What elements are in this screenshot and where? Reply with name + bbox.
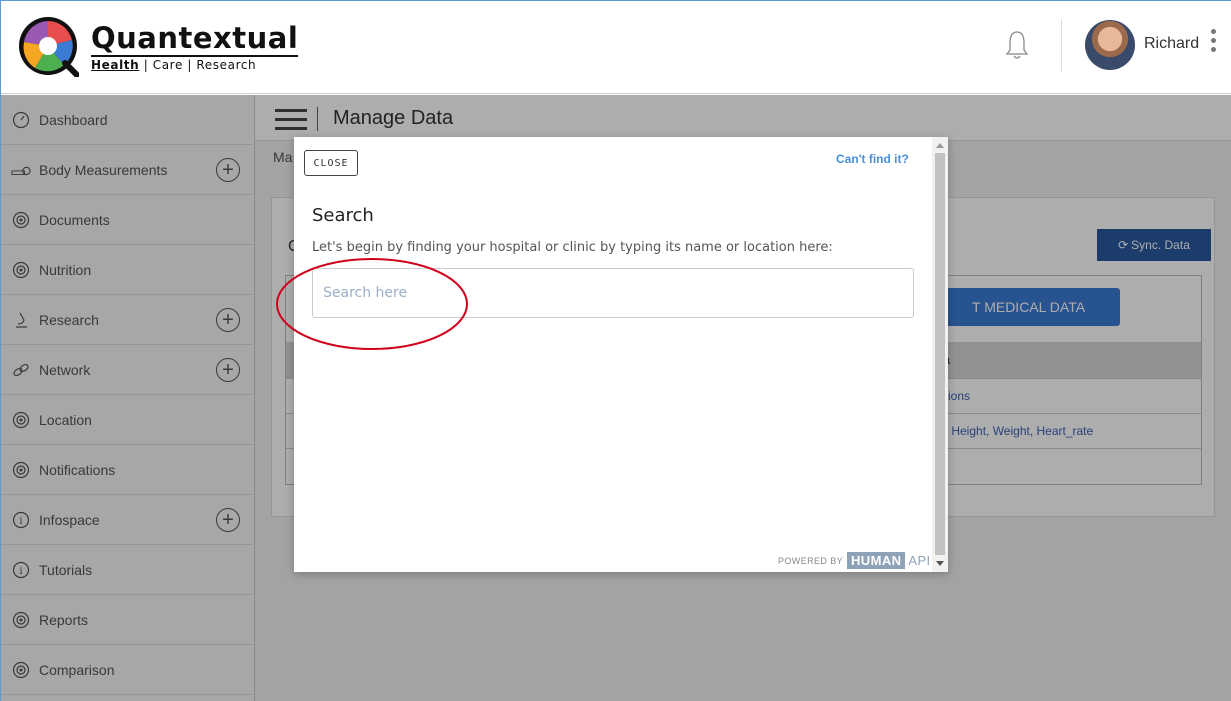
user-name[interactable]: Richard bbox=[1144, 35, 1199, 53]
scroll-up-icon[interactable] bbox=[936, 143, 944, 148]
powered-brand: HUMAN bbox=[847, 552, 906, 569]
modal-help-text: Let's begin by finding your hospital or … bbox=[312, 240, 833, 255]
avatar[interactable] bbox=[1085, 20, 1135, 70]
brand-tagline: Health | Care | Research bbox=[91, 55, 299, 72]
scroll-down-icon[interactable] bbox=[936, 561, 944, 566]
powered-api: API bbox=[908, 553, 931, 568]
powered-by-badge: POWERED BY HUMAN API bbox=[778, 552, 931, 569]
modal-title: Search bbox=[312, 205, 374, 226]
brand-tag-rest: | Care | Research bbox=[139, 58, 257, 72]
brand-name: Quantextual bbox=[91, 21, 299, 55]
scroll-thumb[interactable] bbox=[935, 153, 945, 555]
bell-icon[interactable] bbox=[1005, 29, 1029, 61]
modal-scrollbar[interactable] bbox=[932, 137, 948, 572]
brand: Quantextual Health | Care | Research bbox=[91, 21, 299, 72]
app-header: Quantextual Health | Care | Research Ric… bbox=[1, 1, 1231, 94]
cant-find-link[interactable]: Can't find it? bbox=[836, 152, 909, 166]
quantextual-logo-icon bbox=[19, 17, 79, 77]
search-input[interactable] bbox=[312, 268, 914, 318]
powered-by-label: POWERED BY bbox=[778, 555, 844, 566]
search-modal: CLOSE Can't find it? Search Let's begin … bbox=[294, 137, 948, 572]
brand-tag-main: Health bbox=[91, 58, 140, 72]
close-button[interactable]: CLOSE bbox=[304, 150, 358, 176]
header-divider bbox=[1061, 19, 1062, 71]
more-options-icon[interactable] bbox=[1209, 29, 1217, 57]
